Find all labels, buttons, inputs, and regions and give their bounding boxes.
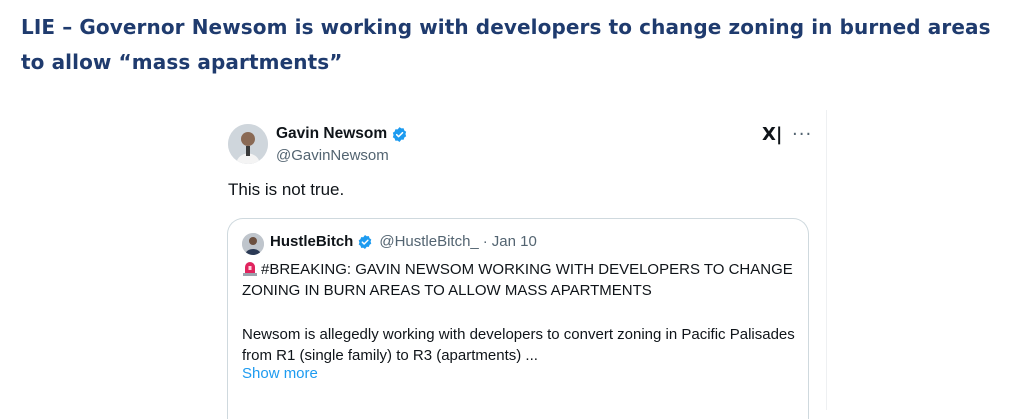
quoted-headline-text: #BREAKING: GAVIN NEWSOM WORKING WITH DEV… (242, 259, 802, 301)
quoted-date[interactable]: Jan 10 (492, 233, 537, 250)
x-logo-icon[interactable]: X| (762, 124, 782, 145)
quoted-avatar[interactable] (242, 233, 264, 255)
author-name[interactable]: Gavin Newsom (276, 125, 387, 143)
avatar-photo-icon (228, 124, 268, 164)
quoted-author-name[interactable]: HustleBitch (270, 233, 353, 250)
quoted-headline: #BREAKING: GAVIN NEWSOM WORKING WITH DEV… (242, 261, 793, 299)
quoted-author-handle[interactable]: @HustleBitch_ (379, 233, 478, 250)
verified-badge-icon (392, 126, 407, 142)
quoted-verified-badge-icon (359, 234, 372, 249)
show-more-link[interactable]: Show more (242, 365, 318, 382)
more-options-icon[interactable]: ··· (792, 124, 812, 145)
police-light-emoji-icon (243, 262, 257, 276)
dot-separator: · (482, 233, 488, 250)
author-handle[interactable]: @GavinNewsom (276, 147, 389, 164)
quoted-tweet[interactable]: HustleBitch @HustleBitch_ · Jan 10 #BREA… (227, 218, 809, 419)
article-headline: LIE – Governor Newsom is working with de… (21, 15, 991, 74)
embedded-tweet[interactable]: Gavin Newsom @GavinNewsom X| ··· This is… (210, 110, 827, 419)
quoted-body-text: Newsom is allegedly working with develop… (242, 326, 795, 364)
tweet-text: This is not true. (228, 180, 345, 199)
avatar[interactable] (228, 124, 268, 164)
quoted-avatar-photo-icon (242, 233, 264, 255)
